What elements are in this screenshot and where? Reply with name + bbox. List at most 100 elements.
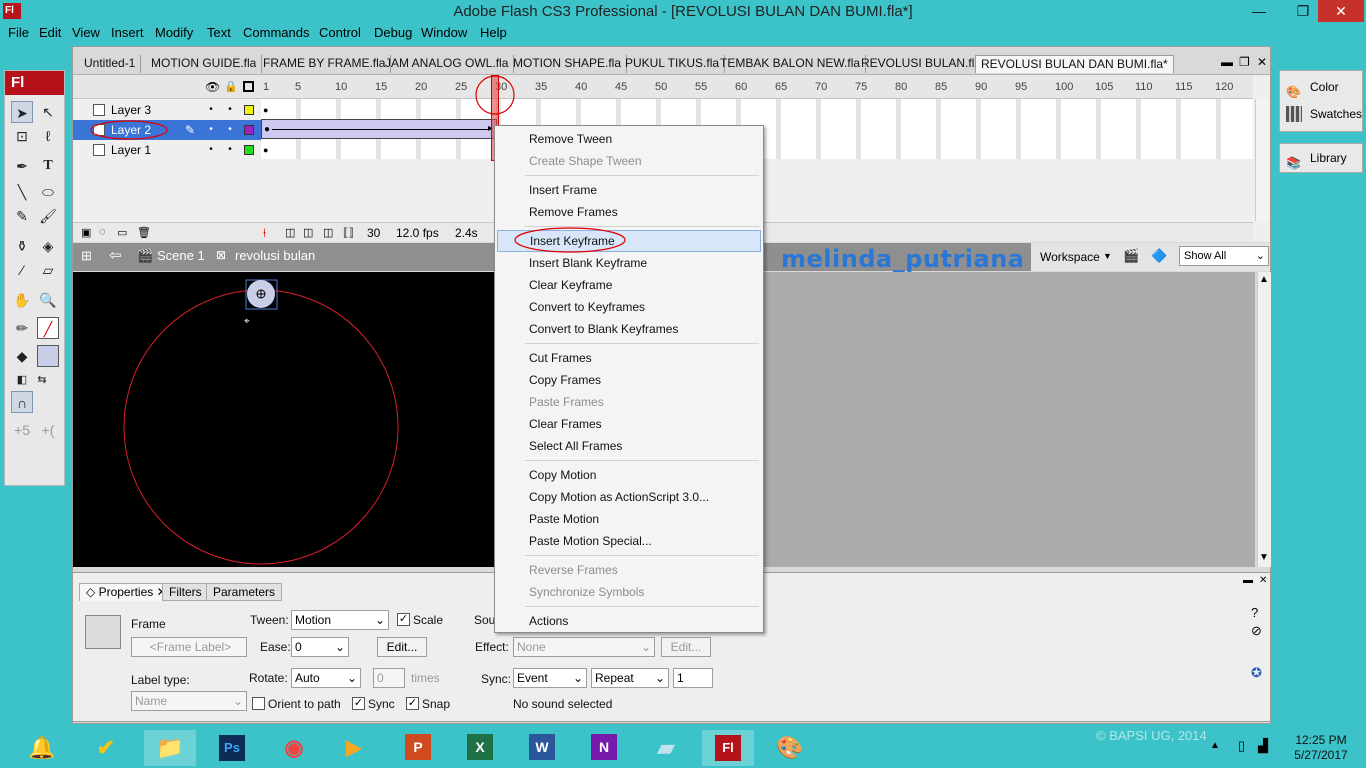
timeline-toggle-icon[interactable]: ⊞ [81,248,92,264]
sync-checkbox[interactable]: ✓ [352,697,365,710]
delete-layer-icon[interactable]: 🗑 [137,226,151,239]
taskbar-word-icon[interactable]: W [516,730,568,766]
menu-item-convert-to-keyframes[interactable]: Convert to Keyframes [497,296,761,318]
ease-edit-button[interactable]: Edit... [377,637,427,657]
tab-revolusi-bulan-dan-bumi[interactable]: REVOLUSI BULAN DAN BUMI.fla* [975,55,1174,73]
color-panel-item[interactable]: 🎨 Color [1280,74,1364,100]
tab-properties[interactable]: ◇ Properties ✕ [79,583,174,601]
help-icon[interactable]: ? [1251,605,1258,620]
taskbar-powerpoint-icon[interactable]: P [392,730,444,766]
menu-modify[interactable]: Modify [155,24,193,44]
visibility-dot[interactable]: • [207,140,215,160]
menu-item-copy-motion[interactable]: Copy Motion [497,464,761,486]
menu-item-actions[interactable]: Actions [497,610,761,632]
tab-jam-analog-owl[interactable]: JAM ANALOG OWL.fla [380,55,515,73]
straighten-icon[interactable]: +( [37,419,59,441]
minimize-button[interactable]: — [1244,0,1274,22]
swap-colors-icon[interactable]: ⇆ [31,369,53,391]
outline-icon[interactable] [243,81,254,92]
text-tool-icon[interactable]: T [37,155,59,177]
zoom-select[interactable]: Show All ⌄ [1179,246,1269,266]
snap-checkbox[interactable]: ✓ [406,697,419,710]
menu-view[interactable]: View [72,24,100,44]
menu-item-convert-to-blank-keyframes[interactable]: Convert to Blank Keyframes [497,318,761,340]
layer-outline-color[interactable] [244,125,254,135]
ink-bottle-tool-icon[interactable]: ⚱ [11,235,33,257]
doc-restore-icon[interactable]: ❐ [1239,55,1250,69]
menu-insert[interactable]: Insert [111,24,144,44]
panel-close-icon[interactable]: ✕ [1259,575,1267,586]
menu-item-paste-frames[interactable]: Paste Frames [497,391,761,413]
menu-item-copy-motion-as-actionscript-3-0[interactable]: Copy Motion as ActionScript 3.0... [497,486,761,508]
taskbar-norton-icon[interactable]: ✔ [80,730,132,766]
stroke-color-swatch[interactable]: ╱ [37,317,59,339]
menu-window[interactable]: Window [421,24,467,44]
back-arrow-icon[interactable]: ⇦ [109,246,122,264]
tween-select[interactable]: Motion ⌄ [291,610,389,630]
lock-dot[interactable]: • [226,140,234,160]
onion-skin-icon[interactable]: ◫ [285,226,295,239]
accessibility-icon[interactable]: ✪ [1251,665,1262,681]
add-folder-icon[interactable]: ▭ [117,226,127,239]
menu-item-remove-frames[interactable]: Remove Frames [497,201,761,223]
lasso-tool-icon[interactable]: ℓ [37,125,59,147]
taskbar-paint-icon[interactable]: 🎨 [764,730,816,766]
menu-item-synchronize-symbols[interactable]: Synchronize Symbols [497,581,761,603]
onion-markers-icon[interactable]: ⟦⟧ [343,226,354,239]
taskbar-notes-icon[interactable]: ▰ [640,730,692,766]
repeat-select[interactable]: Repeat ⌄ [591,668,669,688]
edit-in-place-icon[interactable]: ⊘ [1251,623,1262,639]
taskbar-excel-icon[interactable]: X [454,730,506,766]
lock-dot[interactable]: • [226,120,234,140]
menu-control[interactable]: Control [319,24,361,44]
workspace-menu[interactable]: Workspace [1040,250,1100,264]
menu-edit[interactable]: Edit [39,24,61,44]
tab-tembak-balon[interactable]: TEMBAK BALON NEW.fla [715,55,867,73]
visibility-dot[interactable]: • [207,120,215,140]
hand-tool-icon[interactable]: ✋ [11,289,33,311]
scroll-up-icon[interactable]: ▲ [1259,274,1269,285]
black-white-icon[interactable]: ◧ [11,369,33,391]
zoom-tool-icon[interactable]: 🔍 [37,289,59,311]
timeline-vscroll[interactable] [1255,99,1269,221]
fill-color-icon[interactable]: ◆ [11,345,33,367]
swatches-panel-item[interactable]: Swatches [1280,101,1364,127]
menu-item-clear-frames[interactable]: Clear Frames [497,413,761,435]
pencil-tool-icon[interactable]: ✎ [11,205,33,227]
menu-item-paste-motion-special[interactable]: Paste Motion Special... [497,530,761,552]
add-layer-icon[interactable]: ▣ [81,226,91,239]
frame-label-input[interactable]: <Frame Label> [131,637,247,657]
menu-text[interactable]: Text [207,24,231,44]
breadcrumb-symbol[interactable]: revolusi bulan [235,248,315,263]
taskbar-media-player-icon[interactable]: ▶ [328,730,380,766]
clock[interactable]: 12:25 PM 5/27/2017 [1285,733,1357,763]
tab-motion-guide[interactable]: MOTION GUIDE.fla [146,55,263,73]
subselection-tool-icon[interactable]: ↖ [37,101,59,123]
center-frame-icon[interactable]: ⍿ [263,226,266,241]
smooth-icon[interactable]: +5 [11,419,33,441]
library-panel-item[interactable]: 📚 Library [1280,145,1364,171]
orient-to-path-checkbox[interactable] [252,697,265,710]
stage-vscroll[interactable]: ▲ ▼ [1257,272,1271,567]
menu-item-paste-motion[interactable]: Paste Motion [497,508,761,530]
menu-item-clear-keyframe[interactable]: Clear Keyframe [497,274,761,296]
paint-bucket-tool-icon[interactable]: ◈ [37,235,59,257]
tab-untitled-1[interactable]: Untitled-1 [79,55,142,73]
effect-select[interactable]: None ⌄ [513,637,655,657]
brush-tool-icon[interactable]: 🖌 [37,205,59,227]
doc-minimize-icon[interactable]: ▬ [1221,55,1233,69]
snap-magnet-icon[interactable]: ∩ [11,391,33,413]
free-transform-tool-icon[interactable]: ⊡ [11,125,33,147]
close-button[interactable]: ✕ [1318,0,1364,22]
rotate-select[interactable]: Auto ⌄ [291,668,361,688]
tab-revolusi-bulan[interactable]: REVOLUSI BULAN.fla [856,55,988,73]
visibility-dot[interactable]: • [207,100,215,120]
onion-outlines-icon[interactable]: ◫ [303,226,313,239]
tray-arrow-icon[interactable]: ▲ [1210,740,1220,751]
layer-outline-color[interactable] [244,145,254,155]
taskbar-explorer-icon[interactable]: 📁 [144,730,196,766]
taskbar-photoshop-icon[interactable]: Ps [206,730,258,766]
menu-file[interactable]: File [8,24,29,44]
tab-filters[interactable]: Filters [162,583,209,601]
menu-item-reverse-frames[interactable]: Reverse Frames [497,559,761,581]
